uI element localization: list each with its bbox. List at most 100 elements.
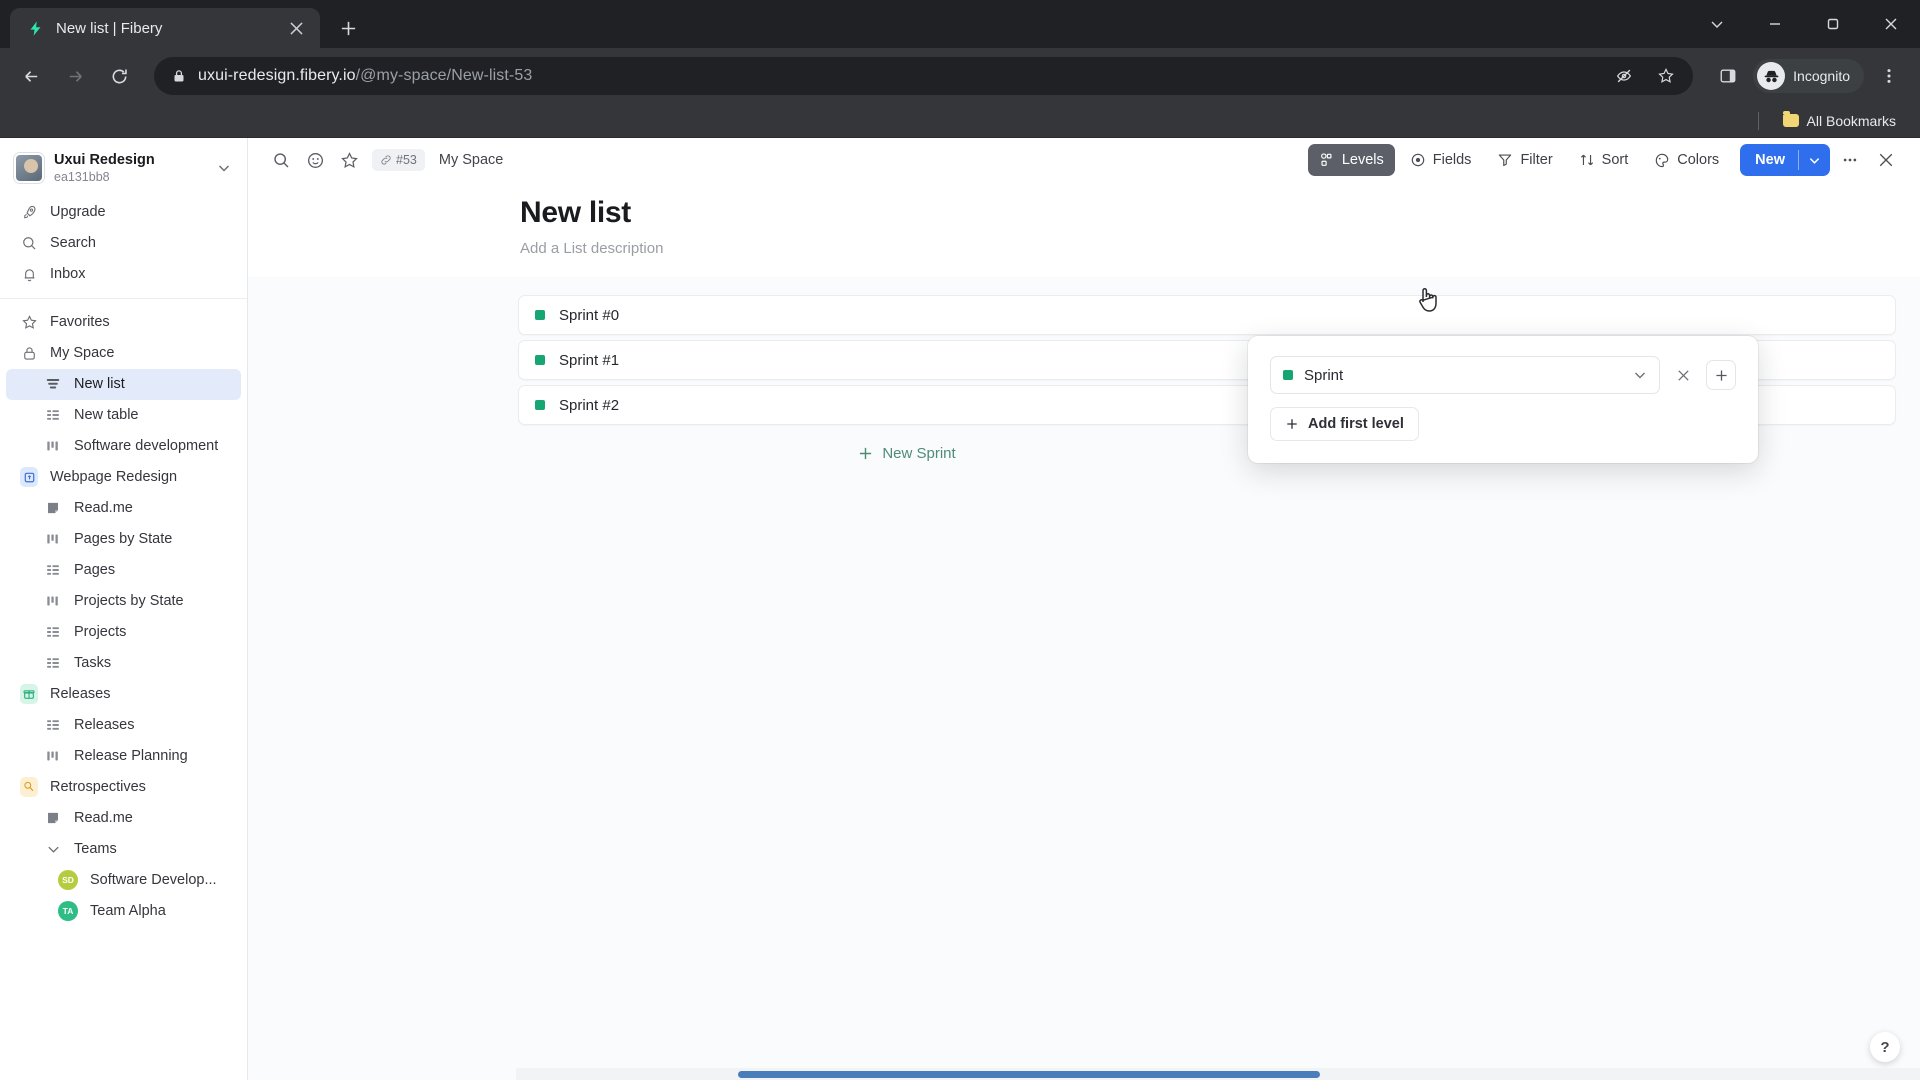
levels-popover: Sprint Add first level — [1248, 336, 1758, 463]
chevron-down-icon[interactable] — [1633, 368, 1647, 382]
search-icon[interactable] — [266, 145, 296, 175]
star-icon — [20, 313, 38, 331]
board-view-icon — [44, 437, 62, 455]
colors-button[interactable]: Colors — [1643, 144, 1730, 176]
smiley-icon[interactable] — [300, 145, 330, 175]
sidebar-item-new-table[interactable]: New table — [6, 400, 241, 431]
sidebar-item-releases[interactable]: Releases — [6, 710, 241, 741]
minimize-icon[interactable] — [1746, 0, 1804, 48]
description-placeholder[interactable]: Add a List description — [520, 240, 1920, 257]
sidebar-item-my-space[interactable]: My Space — [6, 338, 241, 369]
bell-icon — [20, 265, 38, 283]
new-tab-button[interactable] — [334, 14, 362, 42]
sidebar-item-readme-retro[interactable]: Read.me — [6, 803, 241, 834]
breadcrumb[interactable]: My Space — [439, 152, 503, 168]
add-level-button[interactable] — [1706, 360, 1736, 390]
sidebar-item-label: Projects by State — [74, 593, 184, 610]
star-icon[interactable] — [1647, 57, 1685, 95]
workspace-switcher[interactable]: Uxui Redesign ea131bb8 — [0, 146, 247, 195]
profile-label: Incognito — [1793, 68, 1850, 84]
level-select[interactable]: Sprint — [1270, 356, 1660, 394]
filter-button[interactable]: Filter — [1486, 144, 1563, 176]
sidebar-item-label: Webpage Redesign — [50, 469, 178, 486]
profile-button[interactable]: Incognito — [1753, 59, 1864, 93]
sidebar-item-software-development[interactable]: Software development — [6, 431, 241, 462]
rocket-icon — [20, 203, 38, 221]
colors-label: Colors — [1677, 152, 1720, 168]
help-label: ? — [1880, 1038, 1890, 1056]
sidebar-item-new-list[interactable]: New list — [6, 368, 241, 400]
eye-slash-icon[interactable] — [1605, 57, 1643, 95]
sidebar-item-label: Tasks — [74, 655, 112, 672]
reload-icon[interactable] — [100, 57, 138, 95]
all-bookmarks-button[interactable]: All Bookmarks — [1775, 110, 1904, 132]
add-first-level-button[interactable]: Add first level — [1270, 407, 1419, 441]
star-icon[interactable] — [334, 145, 364, 175]
sidebar-item-webpage-redesign[interactable]: Webpage Redesign — [6, 462, 241, 493]
address-bar[interactable]: uxui-redesign.fibery.io/@my-space/New-li… — [154, 57, 1694, 95]
close-icon[interactable] — [1862, 0, 1920, 48]
chevron-down-icon[interactable] — [1799, 154, 1830, 167]
incognito-icon — [1757, 62, 1786, 90]
kebab-menu-icon[interactable] — [1870, 57, 1908, 95]
bookmarks-bar: All Bookmarks — [0, 104, 1920, 138]
new-button[interactable]: New — [1740, 144, 1830, 176]
lock-icon — [172, 69, 186, 83]
table-row[interactable]: Sprint #0 — [518, 295, 1896, 335]
sidebar-item-retrospectives[interactable]: Retrospectives — [6, 772, 241, 803]
sidebar-item-upgrade[interactable]: Upgrade — [6, 197, 241, 228]
sidebar-item-teams[interactable]: Teams — [6, 834, 241, 865]
document-toolbar: #53 My Space Levels Fields Filter Sort C… — [248, 138, 1920, 182]
lock-icon — [20, 344, 38, 362]
close-icon[interactable] — [282, 14, 310, 42]
space-green-gift-icon — [20, 684, 38, 705]
scrollbar-thumb[interactable] — [738, 1071, 1320, 1078]
horizontal-scrollbar[interactable] — [516, 1068, 1920, 1080]
page-title[interactable]: New list — [520, 196, 1920, 230]
sidebar-item-releases-space[interactable]: Releases — [6, 679, 241, 710]
remove-level-button[interactable] — [1670, 362, 1696, 388]
entity-id-chip[interactable]: #53 — [372, 149, 425, 171]
sidebar-item-label: New list — [74, 376, 125, 393]
sort-button[interactable]: Sort — [1568, 144, 1640, 176]
sidebar-item-projects[interactable]: Projects — [6, 617, 241, 648]
chevron-down-icon[interactable] — [1688, 0, 1746, 48]
board-view-icon — [44, 592, 62, 610]
chevron-down-icon[interactable] — [44, 840, 62, 858]
levels-button[interactable]: Levels — [1307, 144, 1395, 176]
new-button-label: New — [1755, 152, 1785, 168]
back-arrow-icon[interactable] — [12, 57, 50, 95]
search-icon — [20, 234, 38, 252]
sidebar-item-inbox[interactable]: Inbox — [6, 259, 241, 290]
close-icon[interactable] — [1870, 144, 1902, 176]
sidebar-item-readme-webpage[interactable]: Read.me — [6, 493, 241, 524]
browser-tab[interactable]: New list | Fibery — [10, 8, 320, 48]
ellipsis-icon[interactable] — [1834, 144, 1866, 176]
sidebar-item-projects-by-state[interactable]: Projects by State — [6, 586, 241, 617]
sidebar-item-label: Read.me — [74, 810, 133, 827]
chevron-down-icon[interactable] — [217, 161, 235, 175]
sidebar-item-pages[interactable]: Pages — [6, 555, 241, 586]
document-header: #53 My Space Levels Fields Filter Sort C… — [248, 138, 1920, 277]
sidebar-item-tasks[interactable]: Tasks — [6, 648, 241, 679]
sidebar-item-search[interactable]: Search — [6, 228, 241, 259]
fields-button[interactable]: Fields — [1399, 144, 1483, 176]
sidebar-item-release-planning[interactable]: Release Planning — [6, 741, 241, 772]
row-label: Sprint #2 — [559, 396, 620, 414]
filter-label: Filter — [1520, 152, 1553, 168]
sidebar-item-favorites[interactable]: Favorites — [6, 307, 241, 338]
sidebar-item-software-develop-team[interactable]: SD Software Develop... — [6, 865, 241, 896]
fields-icon — [1410, 152, 1426, 168]
forward-arrow-icon[interactable] — [56, 57, 94, 95]
restore-icon[interactable] — [1804, 0, 1862, 48]
new-sprint-button[interactable]: New Sprint — [518, 431, 1296, 475]
sidebar-item-label: Teams — [74, 841, 117, 858]
help-button[interactable]: ? — [1870, 1032, 1900, 1062]
colors-icon — [1654, 152, 1670, 168]
side-panel-icon[interactable] — [1709, 57, 1747, 95]
filter-icon — [1497, 152, 1513, 168]
avatar-ta: TA — [58, 901, 78, 922]
sidebar-item-pages-by-state[interactable]: Pages by State — [6, 524, 241, 555]
sidebar-item-team-alpha[interactable]: TA Team Alpha — [6, 896, 241, 927]
divider — [1757, 111, 1759, 130]
